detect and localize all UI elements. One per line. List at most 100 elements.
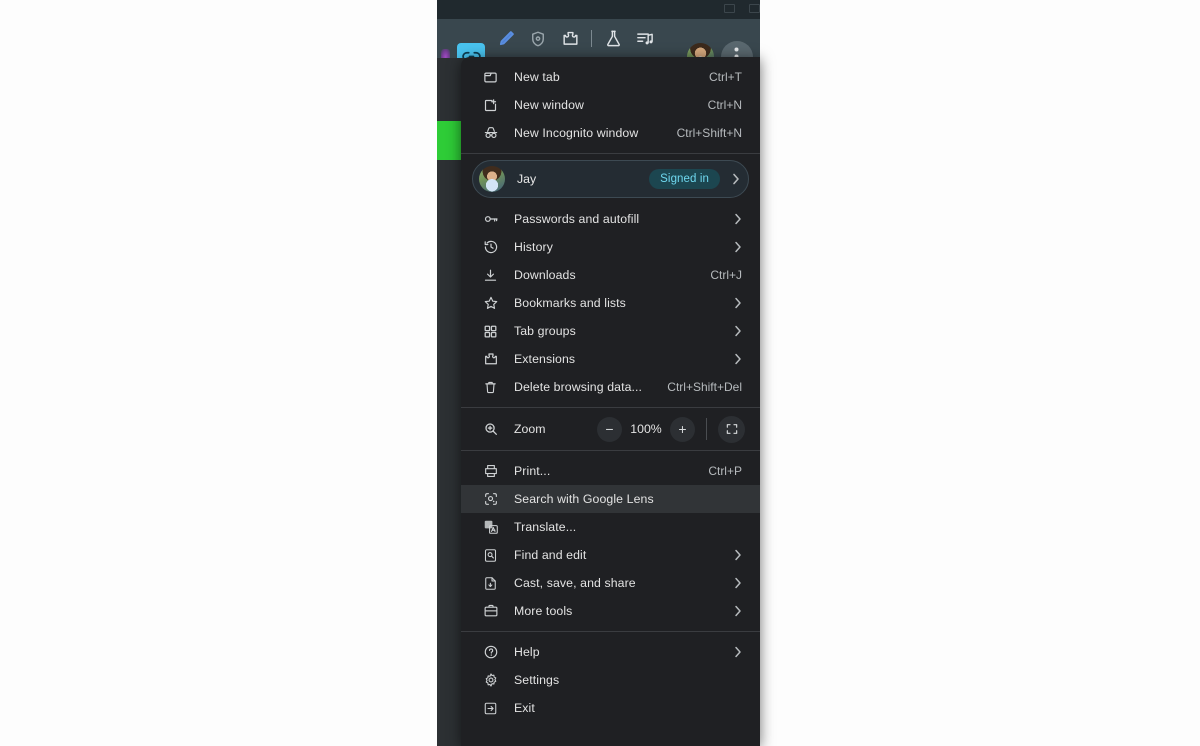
chevron-right-icon — [730, 549, 742, 561]
menu-item-label: Find and edit — [514, 548, 587, 562]
chevron-right-icon — [726, 173, 740, 185]
menu-section-new: New tab Ctrl+T New window Ctrl+N New Inc… — [461, 57, 760, 153]
star-icon — [482, 295, 499, 312]
menu-item-accelerator: Ctrl+P — [708, 464, 742, 478]
history-clock-icon — [482, 239, 499, 256]
menu-item-accelerator: Ctrl+T — [709, 70, 742, 84]
chevron-right-icon — [730, 325, 742, 337]
menu-item-label: Extensions — [514, 352, 576, 366]
menu-item-accelerator: Ctrl+Shift+Del — [667, 380, 742, 394]
browser-toolbar — [437, 19, 760, 73]
chevron-right-icon — [730, 646, 742, 658]
profile-section: Jay Signed in — [461, 154, 760, 205]
menu-item-new-tab[interactable]: New tab Ctrl+T — [461, 63, 760, 91]
key-icon — [482, 211, 499, 228]
green-highlight-block — [437, 121, 461, 160]
menu-item-passwords-and-autofill[interactable]: Passwords and autofill — [461, 205, 760, 233]
menu-item-downloads[interactable]: Downloads Ctrl+J — [461, 261, 760, 289]
menu-item-label: New tab — [514, 70, 560, 84]
zoom-row: Zoom − 100% + — [461, 408, 760, 450]
menu-item-label: Cast, save, and share — [514, 576, 636, 590]
window-close-icon[interactable] — [749, 4, 760, 13]
screenshot-root: New tab Ctrl+T New window Ctrl+N New Inc… — [0, 0, 1200, 746]
translate-icon — [482, 519, 499, 536]
menu-item-history[interactable]: History — [461, 233, 760, 261]
incognito-icon — [482, 125, 499, 142]
menu-item-label: More tools — [514, 604, 573, 618]
help-icon — [482, 644, 499, 661]
menu-item-label: New window — [514, 98, 585, 112]
trash-icon — [482, 379, 499, 396]
new-tab-icon — [482, 69, 499, 86]
shield-icon[interactable] — [523, 24, 553, 54]
menu-item-new-window[interactable]: New window Ctrl+N — [461, 91, 760, 119]
menu-item-label: Help — [514, 645, 540, 659]
chrome-app-menu: New tab Ctrl+T New window Ctrl+N New Inc… — [461, 57, 760, 746]
fullscreen-icon[interactable] — [718, 415, 745, 443]
pen-icon[interactable] — [491, 24, 521, 54]
chevron-right-icon — [730, 605, 742, 617]
menu-item-label: History — [514, 240, 553, 254]
tab-groups-grid-icon — [482, 323, 499, 340]
menu-item-tab-groups[interactable]: Tab groups — [461, 317, 760, 345]
profile-row[interactable]: Jay Signed in — [472, 160, 749, 198]
window-restore-icon[interactable] — [724, 4, 735, 13]
cast-save-share-icon — [482, 575, 499, 592]
menu-item-label: Tab groups — [514, 324, 576, 338]
settings-gear-icon — [482, 672, 499, 689]
menu-section-footer: Help Settings Exit — [461, 632, 760, 728]
menu-item-search-with-google-lens[interactable]: Search with Google Lens — [461, 485, 760, 513]
zoom-out-button[interactable]: − — [597, 416, 622, 442]
chevron-right-icon — [730, 213, 742, 225]
menu-item-exit[interactable]: Exit — [461, 694, 760, 722]
google-lens-icon — [482, 491, 499, 508]
profile-name: Jay — [517, 172, 537, 186]
menu-item-translate[interactable]: Translate... — [461, 513, 760, 541]
printer-icon — [482, 463, 499, 480]
menu-item-label: Search with Google Lens — [514, 492, 654, 506]
exit-icon — [482, 700, 499, 717]
find-and-edit-icon — [482, 547, 499, 564]
menu-item-find-and-edit[interactable]: Find and edit — [461, 541, 760, 569]
menu-item-label: Print... — [514, 464, 551, 478]
menu-item-settings[interactable]: Settings — [461, 666, 760, 694]
zoom-in-button[interactable]: + — [670, 416, 695, 442]
zoom-divider — [706, 418, 707, 440]
menu-item-delete-browsing-data[interactable]: Delete browsing data... Ctrl+Shift+Del — [461, 373, 760, 401]
zoom-controls: − 100% + — [597, 415, 745, 443]
zoom-label: Zoom — [514, 422, 546, 436]
menu-item-accelerator: Ctrl+J — [710, 268, 742, 282]
more-tools-icon — [482, 603, 499, 620]
menu-item-cast-save-and-share[interactable]: Cast, save, and share — [461, 569, 760, 597]
extensions-puzzle-icon[interactable] — [555, 24, 585, 54]
menu-item-print[interactable]: Print... Ctrl+P — [461, 457, 760, 485]
menu-item-label: Settings — [514, 673, 560, 687]
chevron-right-icon — [730, 577, 742, 589]
menu-item-more-tools[interactable]: More tools — [461, 597, 760, 625]
menu-section-main: Passwords and autofill History Downloads… — [461, 205, 760, 407]
menu-item-extensions[interactable]: Extensions — [461, 345, 760, 373]
menu-item-accelerator: Ctrl+N — [707, 98, 742, 112]
toolbar-divider — [591, 30, 592, 47]
menu-item-bookmarks-and-lists[interactable]: Bookmarks and lists — [461, 289, 760, 317]
chevron-right-icon — [730, 353, 742, 365]
menu-item-label: New Incognito window — [514, 126, 639, 140]
status-badge: Signed in — [649, 169, 720, 189]
menu-item-label: Downloads — [514, 268, 576, 282]
menu-item-new-incognito-window[interactable]: New Incognito window Ctrl+Shift+N — [461, 119, 760, 147]
new-window-icon — [482, 97, 499, 114]
chevron-right-icon — [730, 241, 742, 253]
menu-item-label: Passwords and autofill — [514, 212, 640, 226]
tab-strip — [437, 0, 760, 19]
menu-item-help[interactable]: Help — [461, 638, 760, 666]
menu-item-label: Bookmarks and lists — [514, 296, 626, 310]
magnifier-icon — [482, 421, 499, 438]
chevron-right-icon — [730, 297, 742, 309]
menu-item-label: Exit — [514, 701, 535, 715]
media-playlist-icon[interactable] — [630, 24, 660, 54]
flask-labs-icon[interactable] — [598, 24, 628, 54]
download-icon — [482, 267, 499, 284]
menu-item-label: Delete browsing data... — [514, 380, 643, 394]
extensions-puzzle-icon — [482, 351, 499, 368]
menu-item-label: Translate... — [514, 520, 577, 534]
